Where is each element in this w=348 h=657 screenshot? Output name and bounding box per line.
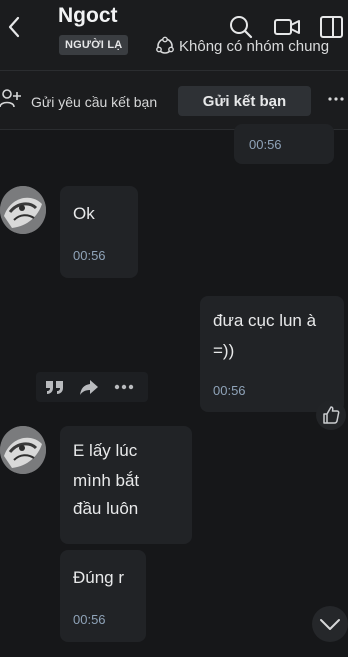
common-groups-text: Không có nhóm chung <box>179 37 330 55</box>
avatar[interactable] <box>0 186 46 234</box>
friend-request-text: Gửi yêu cầu kết bạn <box>31 94 158 110</box>
options-icon[interactable] <box>112 377 136 402</box>
message-time: 00:56 <box>249 137 282 152</box>
message-time: 00:56 <box>213 383 246 398</box>
message-list[interactable]: 00:56 Ok 00:56 đưa cục lun à =)) 00:56 E… <box>0 124 348 657</box>
message-text: Đúng r <box>73 568 125 587</box>
groups-icon <box>156 36 174 54</box>
avatar[interactable] <box>0 426 46 474</box>
more-icon[interactable] <box>326 89 348 109</box>
message-text: Ok <box>73 204 95 223</box>
message-actions-bar <box>36 372 148 402</box>
send-friend-request-button[interactable]: Gửi kết bạn <box>178 86 311 116</box>
message-text-line: E lấy lúc <box>73 441 138 460</box>
like-icon[interactable] <box>316 400 346 430</box>
message-bubble[interactable]: Đúng r 00:56 <box>60 550 146 642</box>
add-user-icon <box>0 88 22 115</box>
message-text-line: mình bắt <box>73 471 140 490</box>
friend-request-bar: Gửi yêu cầu kết bạn Gửi kết bạn <box>0 71 348 129</box>
message-text-line: đưa cục lun à <box>213 311 317 330</box>
message-bubble[interactable]: Ok 00:56 <box>60 186 138 278</box>
back-icon[interactable] <box>4 14 24 40</box>
video-call-icon[interactable] <box>273 14 301 45</box>
stranger-badge: NGƯỜI LẠ <box>59 35 129 55</box>
message-text-line: đầu luôn <box>73 499 139 518</box>
chat-header: Ngoct NGƯỜI LẠ Không có nhóm chung <box>0 0 348 70</box>
scroll-to-bottom-button[interactable] <box>312 606 348 642</box>
contact-name[interactable]: Ngoct <box>58 4 118 28</box>
message-bubble[interactable]: E lấy lúc mình bắt đầu luôn <box>60 426 192 544</box>
message-text-line: =)) <box>213 341 235 360</box>
forward-icon[interactable] <box>78 377 100 402</box>
search-icon[interactable] <box>228 14 254 45</box>
message-bubble[interactable]: 00:56 <box>234 124 334 164</box>
quote-icon[interactable] <box>44 377 66 402</box>
message-bubble[interactable]: đưa cục lun à =)) 00:56 <box>200 296 344 412</box>
message-time: 00:56 <box>73 612 106 627</box>
sidebar-icon[interactable] <box>319 14 345 45</box>
message-time: 00:56 <box>73 248 106 263</box>
chevron-down-icon <box>320 619 340 630</box>
